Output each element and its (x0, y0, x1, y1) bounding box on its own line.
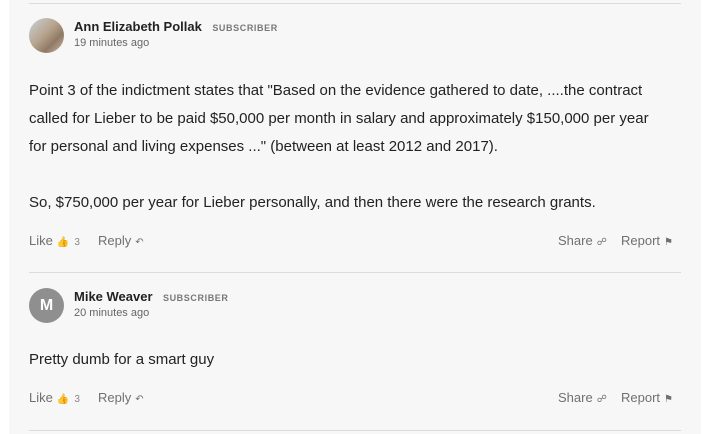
like-label: Like (29, 390, 53, 405)
comment-line: for personal and living expenses ..." (b… (29, 138, 498, 155)
link-icon: ☍ (596, 237, 607, 248)
subscriber-badge: SUBSCRIBER (212, 23, 278, 33)
comment-actions: Like 👍 3 Reply ↶ Share ☍ Report ⚑ (29, 233, 681, 251)
share-label: Share (558, 233, 593, 248)
comment-line: So, $750,000 per year for Lieber persona… (29, 194, 596, 211)
comments-panel: Ann Elizabeth Pollak SUBSCRIBER 19 minut… (9, 0, 701, 434)
thumbs-up-icon: 👍 (56, 394, 70, 405)
divider (29, 430, 681, 431)
divider (29, 272, 681, 273)
share-button[interactable]: Share ☍ (558, 233, 607, 248)
reply-label: Reply (98, 390, 132, 405)
share-label: Share (558, 390, 593, 405)
like-count: 3 (74, 394, 80, 405)
reply-button[interactable]: Reply ↶ (98, 390, 144, 405)
reply-arrow-icon: ↶ (135, 394, 144, 405)
comment-line: Pretty dumb for a smart guy (29, 351, 215, 368)
reply-label: Reply (98, 233, 132, 248)
reply-button[interactable]: Reply ↶ (98, 233, 144, 248)
report-label: Report (621, 390, 661, 405)
like-button[interactable]: Like 👍 3 (29, 233, 80, 248)
divider (29, 3, 681, 4)
subscriber-badge: SUBSCRIBER (162, 293, 229, 303)
comment-body: Point 3 of the indictment states that "B… (29, 77, 649, 217)
flag-icon: ⚑ (664, 394, 673, 405)
author-name[interactable]: Mike Weaver (74, 289, 153, 304)
share-button[interactable]: Share ☍ (558, 390, 607, 405)
report-button[interactable]: Report ⚑ (621, 233, 673, 248)
reply-arrow-icon: ↶ (135, 237, 144, 248)
comment-time: 19 minutes ago (74, 37, 150, 49)
like-button[interactable]: Like 👍 3 (29, 390, 80, 405)
report-label: Report (621, 233, 661, 248)
comment-body: Pretty dumb for a smart guy (29, 346, 214, 374)
like-label: Like (29, 233, 53, 248)
like-count: 3 (74, 237, 80, 248)
comment-time: 20 minutes ago (74, 307, 150, 319)
comment-meta: Ann Elizabeth Pollak SUBSCRIBER 19 minut… (74, 18, 278, 49)
report-button[interactable]: Report ⚑ (621, 390, 673, 405)
comment-actions: Like 👍 3 Reply ↶ Share ☍ Report ⚑ (29, 390, 681, 408)
author-name[interactable]: Ann Elizabeth Pollak (74, 19, 202, 34)
flag-icon: ⚑ (664, 237, 673, 248)
link-icon: ☍ (596, 394, 607, 405)
comment-meta: Mike Weaver SUBSCRIBER 20 minutes ago (74, 288, 229, 319)
comment-line: called for Lieber to be paid $50,000 per… (29, 110, 649, 127)
comment-line: Point 3 of the indictment states that "B… (29, 82, 643, 99)
thumbs-up-icon: 👍 (56, 237, 70, 248)
avatar[interactable]: M (29, 288, 64, 323)
avatar[interactable] (29, 18, 64, 53)
